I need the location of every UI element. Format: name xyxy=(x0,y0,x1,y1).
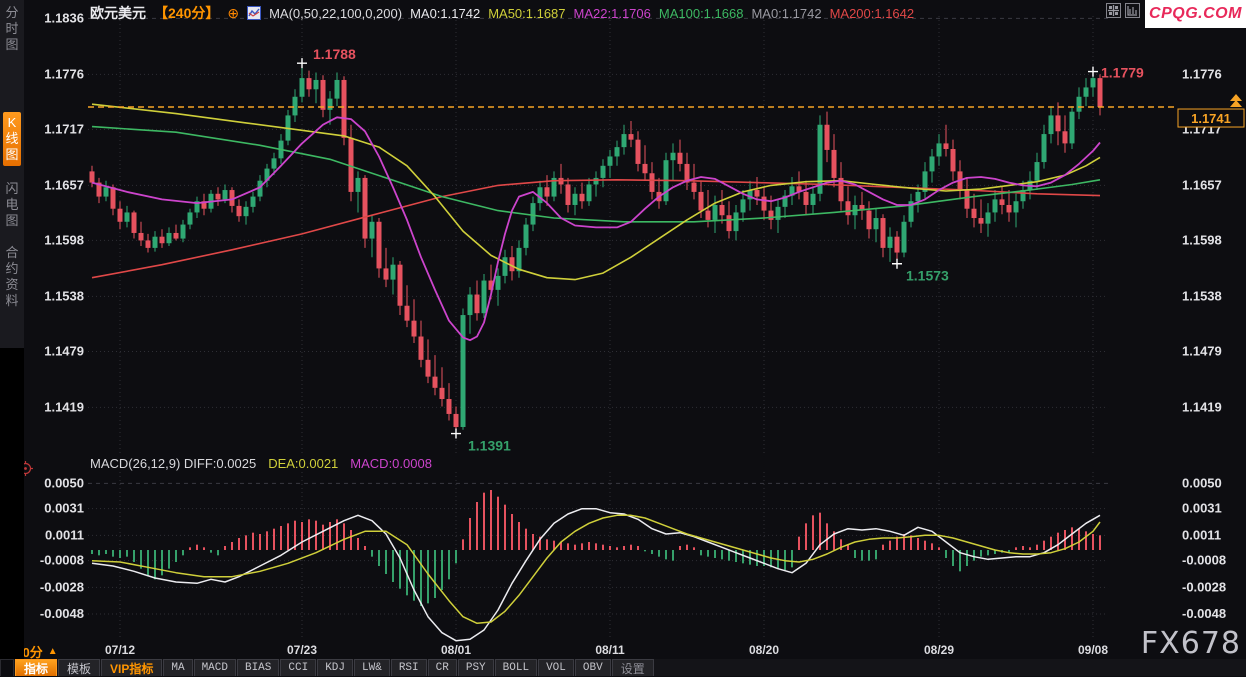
toolbar-button-BIAS[interactable]: BIAS xyxy=(236,659,280,676)
price-tick-left: 1.1538 xyxy=(44,288,84,303)
toolbar-button-CCI[interactable]: CCI xyxy=(280,659,317,676)
toolbar-button-BOLL[interactable]: BOLL xyxy=(494,659,538,676)
ma-values: MA0:1.1742 MA50:1.1687 MA22:1.1706 MA100:1.… xyxy=(410,5,922,21)
toolbar-button-MACD[interactable]: MACD xyxy=(193,659,236,676)
date-label: 09/08 xyxy=(1078,643,1108,657)
toolbar-button-LW&[interactable]: LW& xyxy=(354,659,390,676)
period-label: 【240分】 xyxy=(154,5,220,21)
price-tick-left: 1.1479 xyxy=(44,343,84,358)
toolbar-button-MA[interactable]: MA xyxy=(163,659,193,676)
bottom-toolbar: 指标 模板 VIP指标 MA MACD BIAS CCI KDJ LW& RSI CR PSY BOLL… xyxy=(0,659,1246,676)
macd-tick-left: 0.0011 xyxy=(45,527,84,542)
price-tick-right: 1.1419 xyxy=(1182,399,1222,414)
annotations-layer: 1.1741 1.1788 1.1779 1.1391 1.1573 xyxy=(88,46,1245,454)
ma-value-label: MA0:1.1742 xyxy=(751,6,822,21)
price-tick-left: 1.1657 xyxy=(44,177,84,192)
axis-scale-icon[interactable] xyxy=(1125,3,1140,18)
price-tick-left: 1.1836 xyxy=(44,10,84,25)
macd-tick-right: -0.0028 xyxy=(1182,579,1226,594)
up-triangle-icon: ▲ xyxy=(47,646,58,657)
price-tick-right: 1.1538 xyxy=(1182,288,1222,303)
date-label: 08/11 xyxy=(595,643,625,657)
ma-value-label: MA200:1.1642 xyxy=(829,6,915,21)
price-tick-right: 1.1479 xyxy=(1182,343,1222,358)
macd-tick-right: 0.0050 xyxy=(1182,475,1222,490)
macd-formula-diff-label: MACD(26,12,9) DIFF:0.0025 xyxy=(90,456,257,471)
sidebar-item-candlestick-chart[interactable]: K线图 xyxy=(3,112,21,166)
toolbar-button-设置[interactable]: 设置 xyxy=(611,659,654,676)
sidebar: 分时图 K线图 闪电图 合约资料 xyxy=(0,0,24,659)
price-tick-right: 1.1776 xyxy=(1182,66,1222,81)
extreme-cross-marker xyxy=(1088,66,1098,77)
price-tick-right: 1.1598 xyxy=(1182,232,1222,247)
sidebar-item-timeline-chart[interactable]: 分时图 xyxy=(3,2,21,56)
date-label: 08/29 xyxy=(924,643,954,657)
macd-tick-left: 0.0050 xyxy=(44,475,84,490)
macd-dea-label: DEA:0.0021 xyxy=(268,456,339,471)
sidebar-tabs: 分时图 K线图 闪电图 合约资料 xyxy=(0,0,24,348)
price-up-arrow-icon xyxy=(1230,94,1242,108)
grid-layer xyxy=(88,16,1108,638)
low-price-label: 1.1391 xyxy=(468,438,511,454)
macd-tick-left: -0.0028 xyxy=(40,579,84,594)
date-label: 07/23 xyxy=(287,643,317,657)
macd-tick-left: 0.0031 xyxy=(44,501,84,516)
toolbar-button-VIP指标[interactable]: VIP指标 xyxy=(101,659,163,676)
ma-value-label: MA0:1.1742 xyxy=(410,6,481,21)
date-label: 08/01 xyxy=(441,643,471,657)
macd-value-label: MACD:0.0008 xyxy=(350,456,432,471)
price-tick-right: 1.1657 xyxy=(1182,177,1222,192)
toolbar-corner-button[interactable] xyxy=(0,659,14,676)
sidebar-item-contract-info[interactable]: 合约资料 xyxy=(3,242,21,312)
macd-tick-right: 0.0011 xyxy=(1182,527,1221,542)
price-tick-left: 1.1717 xyxy=(44,121,84,136)
chart-header: 欧元美元 【240分】 ⊕ MA(0,50,22,100,0,200) MA0:… xyxy=(90,3,922,23)
macd-layer xyxy=(91,490,1101,642)
low-price-label: 1.1573 xyxy=(906,268,949,284)
extreme-cross-marker xyxy=(451,428,461,439)
toolbar-button-KDJ[interactable]: KDJ xyxy=(317,659,354,676)
ma-value-label: MA22:1.1706 xyxy=(573,6,651,21)
macd-tick-right: 0.0031 xyxy=(1182,501,1222,516)
symbol-label: 欧元美元 xyxy=(90,5,146,21)
current-price-label: 1.1741 xyxy=(1191,111,1231,126)
window-icons xyxy=(1106,3,1140,18)
ma-lines-layer xyxy=(91,103,1101,342)
ma-formula-label: MA(0,50,22,100,0,200) xyxy=(269,5,403,21)
ma-value-label: MA50:1.1687 xyxy=(488,6,566,21)
sidebar-item-lightning-chart[interactable]: 闪电图 xyxy=(3,178,21,232)
macd-dea-line xyxy=(91,514,1101,625)
ma-value-label: MA100:1.1668 xyxy=(658,6,744,21)
toolbar-button-VOL[interactable]: VOL xyxy=(538,659,574,676)
macd-tick-right: -0.0048 xyxy=(1182,606,1226,621)
date-label: 07/12 xyxy=(105,643,135,657)
chart-canvas[interactable]: 07/12 07/23 08/01 08/11 08/20 08/29 09/08 1.183… xyxy=(0,0,1246,676)
extreme-cross-marker xyxy=(892,258,902,269)
site-logo[interactable]: CPQG.COM xyxy=(1145,0,1246,28)
toolbar-button-RSI[interactable]: RSI xyxy=(390,659,427,676)
plus-circle-icon[interactable]: ⊕ xyxy=(227,6,239,20)
date-label: 08/20 xyxy=(749,643,779,657)
pane-layout-icon[interactable] xyxy=(1106,3,1121,18)
toolbar-button-PSY[interactable]: PSY xyxy=(457,659,494,676)
toolbar-button-CR[interactable]: CR xyxy=(427,659,457,676)
macd-tick-left: -0.0048 xyxy=(40,606,84,621)
toolbar-button-模板[interactable]: 模板 xyxy=(58,659,101,676)
price-tick-left: 1.1598 xyxy=(44,232,84,247)
extreme-cross-marker xyxy=(297,58,307,69)
price-tick-left: 1.1419 xyxy=(44,399,84,414)
macd-header: MACD(26,12,9) DIFF:0.0025 DEA:0.0021 MAC… xyxy=(90,456,432,471)
toolbar-button-指标[interactable]: 指标 xyxy=(15,659,58,676)
high-price-label: 1.1779 xyxy=(1101,65,1144,81)
toolbar-button-OBV[interactable]: OBV xyxy=(574,659,611,676)
app-root: 分时图 K线图 闪电图 合约资料 欧元美元 【240分】 ⊕ MA(0,50,2… xyxy=(0,0,1246,676)
chart-type-icon[interactable] xyxy=(247,6,262,20)
ma-line-MA22 xyxy=(91,116,1101,342)
macd-tick-left: -0.0008 xyxy=(40,553,84,568)
watermark: FX678 xyxy=(1140,626,1241,661)
price-tick-left: 1.1776 xyxy=(44,66,84,81)
high-price-label: 1.1788 xyxy=(313,46,356,62)
macd-tick-right: -0.0008 xyxy=(1182,553,1226,568)
